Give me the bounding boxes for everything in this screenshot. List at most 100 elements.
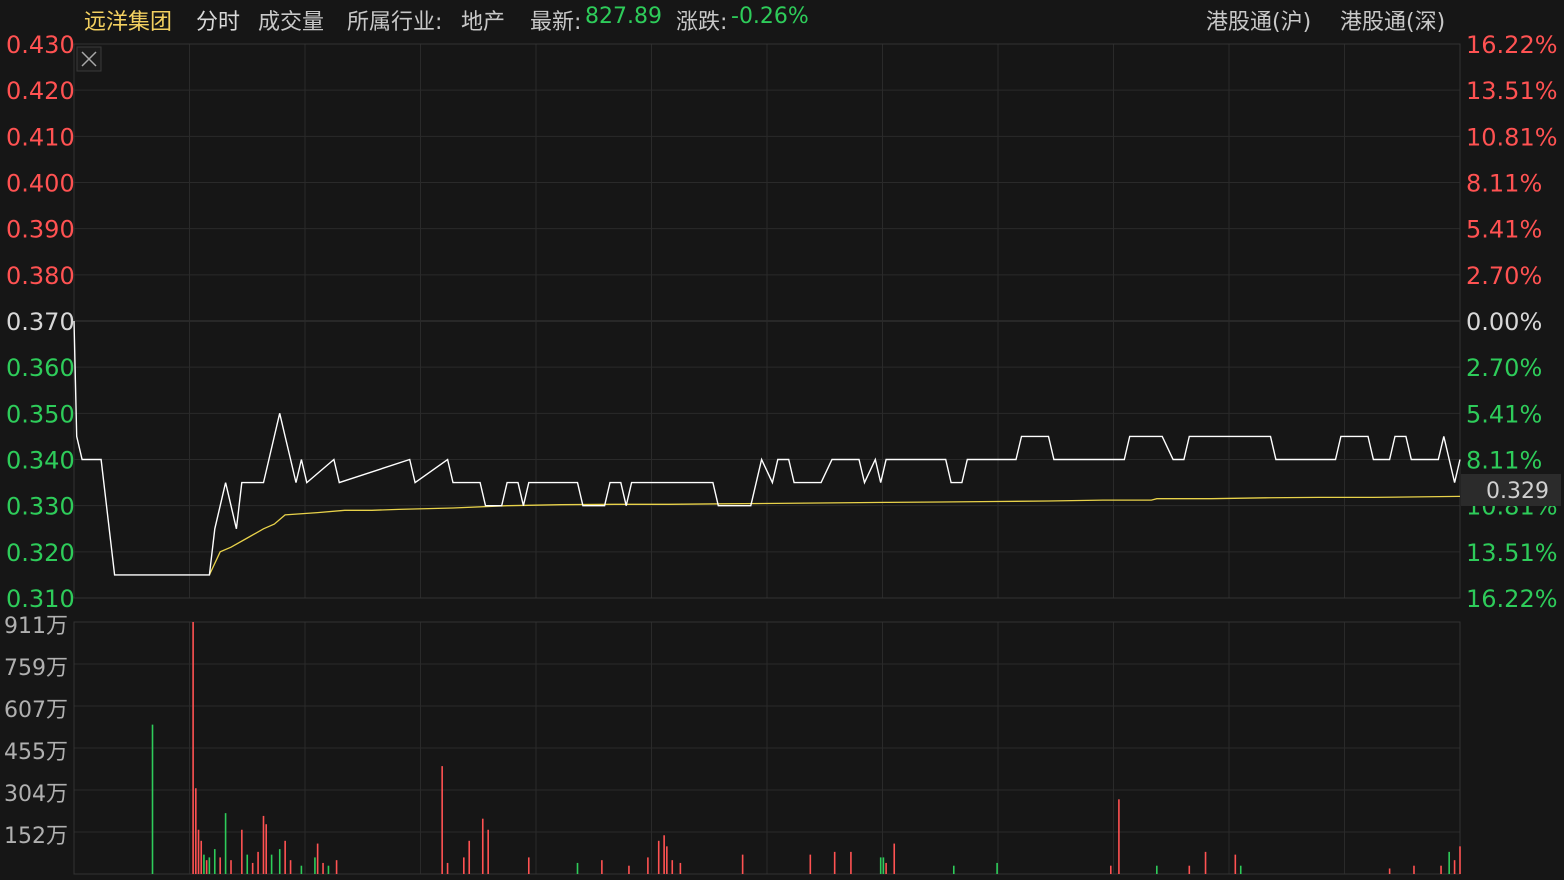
volume-bar	[316, 843, 319, 874]
volume-bar	[322, 862, 324, 874]
mode-tab[interactable]: 分时	[196, 4, 240, 36]
percent-tick-label: 16.22%	[1466, 585, 1558, 613]
volume-bar	[219, 857, 221, 874]
volume-tab[interactable]: 成交量	[258, 4, 324, 36]
volume-bar	[1239, 865, 1242, 874]
price-tick-label: 0.320	[6, 539, 75, 567]
latest-value: 827.89	[585, 4, 662, 29]
volume-bar	[833, 851, 836, 874]
volume-bar	[213, 849, 216, 874]
price-tick-label: 0.350	[6, 400, 75, 428]
volume-bar	[265, 824, 267, 874]
volume-bar	[246, 854, 249, 874]
percent-tick-label: 0.00%	[1466, 308, 1542, 336]
price-tick-label: 0.420	[6, 77, 75, 105]
volume-bar	[527, 857, 530, 874]
volume-bar	[885, 862, 887, 874]
volume-bar	[1234, 854, 1237, 874]
volume-tick-label: 304万	[4, 782, 68, 807]
percent-tick-label: 5.41%	[1466, 400, 1542, 428]
volume-bar	[327, 865, 330, 874]
volume-bar	[1118, 799, 1120, 874]
change-value: -0.26%	[731, 4, 809, 29]
volume-bar	[251, 862, 254, 874]
volume-bar	[230, 860, 232, 874]
volume-bar	[1413, 865, 1415, 874]
price-tick-label: 0.390	[6, 216, 75, 244]
volume-bar	[1188, 865, 1191, 874]
price-tick-label: 0.370	[6, 308, 75, 336]
volume-bar	[1459, 846, 1461, 874]
volume-bar	[241, 829, 243, 874]
volume-bar	[809, 854, 812, 874]
volume-bar	[262, 815, 265, 874]
volume-bar	[952, 865, 955, 874]
volume-bar	[671, 860, 674, 874]
volume-bar	[203, 854, 205, 874]
latest-label: 最新:	[530, 10, 582, 35]
volume-bar	[300, 865, 303, 874]
volume-bar	[284, 840, 286, 874]
volume-bar	[1109, 865, 1112, 874]
volume-bar	[200, 840, 203, 874]
volume-bar	[151, 724, 154, 874]
volume-bar	[741, 854, 744, 874]
volume-bar	[289, 860, 292, 874]
connect-sz-link[interactable]: 港股通(深)	[1340, 4, 1445, 36]
volume-bar	[1453, 860, 1456, 874]
volume-bar	[463, 857, 465, 874]
percent-tick-label: 10.81%	[1466, 123, 1558, 151]
volume-bar	[647, 857, 649, 874]
volume-bar	[197, 829, 200, 874]
industry-value[interactable]: 地产	[461, 4, 505, 36]
volume-bar	[666, 846, 668, 874]
industry-label: 所属行业:	[347, 10, 443, 35]
volume-tick-label: 759万	[4, 656, 68, 681]
volume-bar	[850, 851, 852, 874]
volume-bar	[468, 840, 471, 874]
percent-tick-label: 2.70%	[1466, 262, 1542, 290]
percent-tick-label: 8.11%	[1466, 170, 1542, 198]
volume-bar	[314, 857, 316, 874]
volume-bar	[657, 840, 660, 874]
volume-bar	[1448, 851, 1450, 874]
volume-bar	[879, 857, 882, 874]
price-tick-label: 0.410	[6, 123, 75, 151]
price-tick-label: 0.340	[6, 447, 75, 475]
chart-grid	[73, 43, 1461, 875]
volume-bar	[487, 829, 489, 874]
change-label: 涨跌:	[676, 10, 728, 35]
volume-bar	[192, 622, 194, 874]
close-crosshair-button[interactable]	[76, 46, 102, 72]
volume-bar	[205, 860, 208, 874]
volume-bar	[576, 862, 579, 874]
stock-name[interactable]: 远洋集团	[84, 4, 172, 36]
price-tick-label: 0.310	[6, 585, 75, 613]
price-tick-label: 0.360	[6, 354, 75, 382]
connect-sh-link[interactable]: 港股通(沪)	[1206, 4, 1311, 36]
volume-tick-label: 455万	[4, 740, 68, 765]
volume-bar	[481, 818, 484, 874]
percent-tick-label: 2.70%	[1466, 354, 1542, 382]
current-price: 0.329	[1486, 479, 1549, 504]
volume-bar	[628, 865, 630, 874]
percent-tick-label: 16.22%	[1466, 31, 1558, 59]
percent-tick-label: 8.11%	[1466, 447, 1542, 475]
volume-bar	[1388, 868, 1391, 874]
volume-bar	[257, 851, 259, 874]
volume-bar	[208, 857, 211, 874]
volume-bar	[893, 843, 896, 874]
percent-tick-label: 13.51%	[1466, 77, 1558, 105]
volume-bar	[601, 860, 603, 874]
price-axis-labels: 0.430 0.420 0.410 0.400 0.390 0.380 0.370 0.360…	[6, 31, 75, 613]
price-tick-label: 0.330	[6, 493, 75, 521]
volume-bar	[224, 813, 227, 874]
volume-bar	[663, 835, 665, 874]
volume-bar	[1204, 851, 1207, 874]
volume-bar	[335, 860, 338, 874]
volume-bar	[446, 862, 449, 874]
volume-axis-labels: 911万 759万 607万 455万 304万 152万	[4, 614, 68, 849]
current-price-tag: 0.329	[1461, 474, 1561, 506]
price-tick-label: 0.380	[6, 262, 75, 290]
volume-tick-label: 152万	[4, 824, 68, 849]
